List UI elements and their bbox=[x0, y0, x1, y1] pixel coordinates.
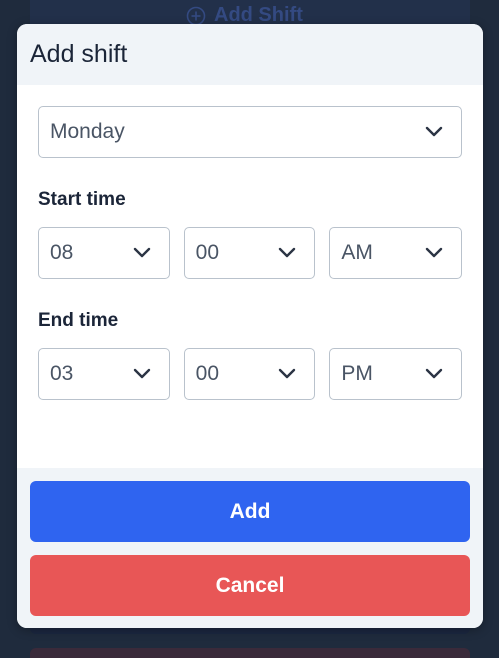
end-time-label: End time bbox=[38, 310, 119, 331]
cancel-button[interactable]: Cancel bbox=[30, 555, 470, 616]
chevron-down-icon bbox=[133, 247, 150, 258]
plus-circle-icon bbox=[186, 6, 206, 25]
end-minute-value: 00 bbox=[195, 362, 220, 385]
background-card bbox=[30, 648, 470, 658]
add-shift-modal: Add shift Monday Start time 08 00 AM End… bbox=[17, 24, 483, 628]
chevron-down-icon bbox=[425, 247, 443, 258]
chevron-down-icon bbox=[133, 368, 150, 379]
end-hour-select[interactable]: 03 bbox=[38, 348, 170, 400]
chevron-down-icon bbox=[279, 368, 296, 379]
chevron-down-icon bbox=[425, 126, 443, 137]
start-minute-value: 00 bbox=[195, 241, 220, 264]
end-period-value: PM bbox=[341, 362, 373, 385]
modal-footer: Add Cancel bbox=[17, 468, 483, 628]
day-select-value: Monday bbox=[50, 120, 125, 143]
add-button[interactable]: Add bbox=[30, 481, 470, 542]
end-time-row: 03 00 PM bbox=[38, 348, 463, 400]
chevron-down-icon bbox=[279, 247, 296, 258]
chevron-down-icon bbox=[425, 368, 443, 379]
modal-title: Add shift bbox=[30, 40, 128, 68]
start-period-select[interactable]: AM bbox=[329, 227, 463, 279]
start-minute-select[interactable]: 00 bbox=[183, 227, 316, 279]
start-period-value: AM bbox=[341, 241, 373, 264]
start-time-row: 08 00 AM bbox=[38, 227, 463, 279]
start-time-label: Start time bbox=[38, 189, 126, 210]
modal-body: Monday Start time 08 00 AM End time 03 0… bbox=[17, 85, 483, 468]
start-hour-select[interactable]: 08 bbox=[38, 227, 170, 279]
end-hour-value: 03 bbox=[50, 362, 74, 385]
end-period-select[interactable]: PM bbox=[329, 348, 463, 400]
modal-header: Add shift bbox=[17, 24, 483, 85]
end-minute-select[interactable]: 00 bbox=[183, 348, 316, 400]
day-select[interactable]: Monday bbox=[38, 106, 462, 158]
start-hour-value: 08 bbox=[50, 241, 74, 264]
